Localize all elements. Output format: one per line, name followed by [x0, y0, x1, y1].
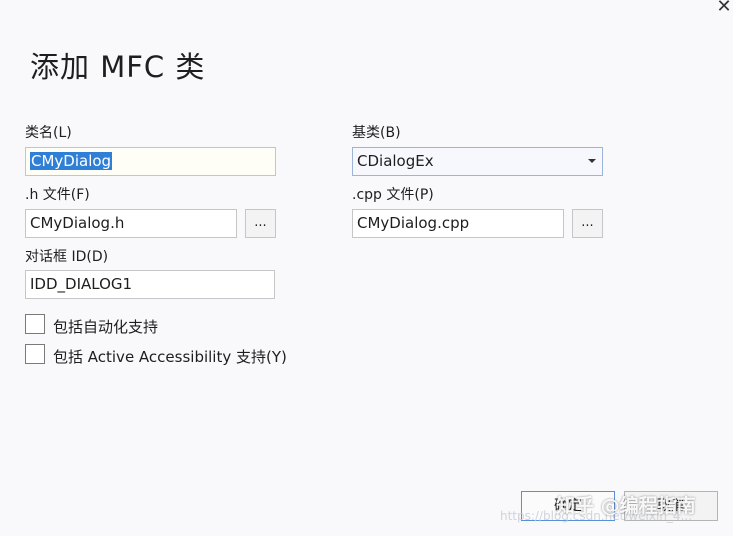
base-class-label: 基类(B): [352, 125, 401, 141]
accessibility-checkbox[interactable]: [25, 344, 45, 364]
automation-checkbox[interactable]: [25, 314, 45, 334]
h-file-browse-button[interactable]: ...: [245, 209, 276, 238]
automation-label: 包括自动化支持: [53, 318, 159, 336]
cpp-file-value: CMyDialog.cpp: [357, 214, 470, 232]
dialog-id-input[interactable]: IDD_DIALOG1: [25, 270, 275, 299]
h-file-label: .h 文件(F): [25, 187, 90, 203]
cpp-file-label: .cpp 文件(P): [352, 187, 434, 203]
dialog-id-label: 对话框 ID(D): [25, 249, 109, 265]
dialog-title: 添加 MFC 类: [30, 50, 206, 84]
class-name-input[interactable]: CMyDialog: [25, 147, 276, 176]
h-file-value: CMyDialog.h: [30, 214, 125, 232]
cpp-file-input[interactable]: CMyDialog.cpp: [352, 209, 564, 238]
zhihu-watermark: 知乎 @编程指南: [556, 495, 696, 517]
base-class-value: CDialogEx: [357, 152, 434, 170]
accessibility-label: 包括 Active Accessibility 支持(Y): [53, 348, 287, 366]
class-name-value: CMyDialog: [30, 152, 113, 170]
close-icon[interactable]: ✕: [713, 0, 733, 18]
class-name-label: 类名(L): [25, 125, 72, 141]
h-file-input[interactable]: CMyDialog.h: [25, 209, 237, 238]
chevron-down-icon[interactable]: [588, 159, 596, 163]
base-class-dropdown[interactable]: CDialogEx: [352, 147, 603, 176]
cpp-file-browse-button[interactable]: ...: [572, 209, 603, 238]
dialog-id-value: IDD_DIALOG1: [30, 275, 133, 293]
